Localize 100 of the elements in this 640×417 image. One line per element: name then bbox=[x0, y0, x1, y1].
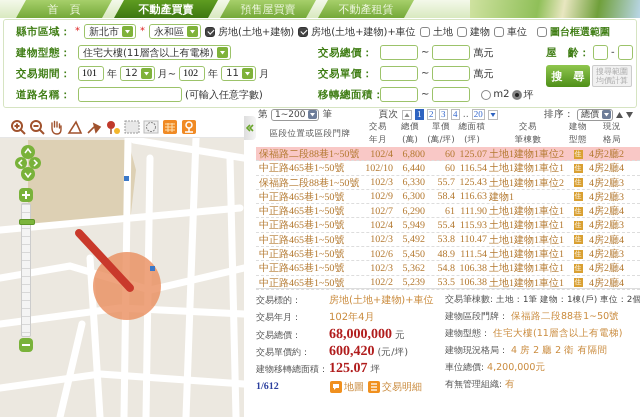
circle-select-icon[interactable] bbox=[143, 118, 159, 134]
detail-value: 600,420 bbox=[329, 344, 374, 360]
unit-price-cell-text: 48.9 bbox=[436, 248, 455, 260]
page-link[interactable]: 20 bbox=[472, 109, 485, 120]
page-ellipsis: .. bbox=[462, 109, 469, 120]
checkbox[interactable] bbox=[536, 26, 547, 36]
rectangle-select-icon[interactable] bbox=[124, 118, 140, 134]
unit-label: 年 bbox=[107, 68, 117, 80]
pan-control-icon[interactable] bbox=[15, 144, 41, 182]
search-button[interactable]: 搜 尋 bbox=[546, 65, 590, 87]
detail-label: 交易總價： bbox=[256, 330, 302, 342]
average-price-button[interactable]: 搜尋範圍均價計算 bbox=[592, 65, 632, 87]
checkbox[interactable] bbox=[420, 26, 430, 36]
zoom-out-button[interactable] bbox=[19, 338, 33, 352]
dropdown-caret-icon bbox=[602, 110, 611, 119]
building-type-select[interactable]: 住宅大樓(11層含以上有電梯) bbox=[78, 45, 231, 60]
checkbox-label: 房地(土地+建物) bbox=[218, 26, 294, 38]
parcels-cell-text: 土地1建物1車位1 bbox=[489, 234, 565, 247]
area-field[interactable] bbox=[432, 87, 470, 102]
total-price-cell-text: 6,290 bbox=[402, 206, 425, 217]
grid-icon[interactable] bbox=[162, 118, 178, 134]
map-pin-icon[interactable] bbox=[181, 118, 197, 134]
action-link[interactable]: 地圖 bbox=[330, 380, 364, 394]
checkbox[interactable] bbox=[494, 26, 504, 36]
detail-label: 車位總價: bbox=[445, 362, 484, 374]
radio-button[interactable] bbox=[481, 90, 492, 100]
parcels-cell-text: 土地1建物1車位1 bbox=[489, 218, 565, 232]
page-down-icon[interactable] bbox=[488, 110, 498, 120]
checkbox-label: 圖台框選範圍 bbox=[550, 26, 610, 38]
price-field[interactable] bbox=[432, 45, 470, 60]
total-price-cell-text: 5,450 bbox=[402, 248, 425, 260]
unit-price-field[interactable] bbox=[380, 66, 418, 81]
column-header: 交易 年月 bbox=[369, 121, 387, 147]
age-field[interactable] bbox=[593, 45, 608, 60]
range-separator: ~ bbox=[421, 47, 430, 58]
unit-label: 年 bbox=[208, 68, 218, 80]
triangle-icon[interactable] bbox=[67, 118, 83, 134]
unit-price-field[interactable] bbox=[432, 66, 470, 81]
detail-label: 交易單價約： bbox=[256, 346, 311, 359]
action-link[interactable]: 交易明細 bbox=[368, 380, 422, 394]
year-field[interactable]: 102 bbox=[179, 66, 206, 81]
address-cell-text: 中正路465巷1~50號 bbox=[259, 248, 346, 262]
zoom-in-icon[interactable] bbox=[10, 118, 26, 134]
checkbox[interactable] bbox=[205, 26, 215, 36]
layout-cell-text: 4房2廳2 bbox=[589, 148, 625, 161]
checkbox[interactable] bbox=[298, 26, 308, 36]
page-link[interactable]: 4 bbox=[450, 109, 460, 120]
sort-select[interactable]: 總價 bbox=[577, 108, 613, 120]
field-label: 交易總價： bbox=[318, 46, 374, 60]
zoom-out-icon[interactable] bbox=[29, 118, 45, 134]
month-select[interactable]: 11 bbox=[221, 66, 256, 81]
date-cell-text: 102/3 bbox=[369, 262, 393, 274]
zoom-slider-thumb[interactable] bbox=[19, 219, 35, 226]
toolbar-label: 排序： bbox=[544, 108, 574, 121]
collapse-button[interactable] bbox=[244, 116, 256, 140]
radio-button[interactable] bbox=[512, 90, 522, 100]
layout-cell-text: 4房2廳3 bbox=[589, 176, 625, 190]
column-header: 交易 筆棟數 bbox=[514, 121, 542, 147]
area-cell-text: 111.90 bbox=[459, 206, 487, 217]
road-name-field[interactable] bbox=[78, 87, 182, 102]
page-link[interactable]: 2 bbox=[426, 109, 436, 120]
month-select[interactable]: 12 bbox=[120, 66, 155, 81]
zoom-in-button[interactable] bbox=[19, 188, 33, 202]
nav-tab[interactable]: 不動產租賃 bbox=[318, 0, 414, 18]
date-cell-text: 102/2 bbox=[369, 277, 393, 288]
age-field[interactable] bbox=[618, 45, 633, 60]
city-select[interactable]: 新北市 bbox=[84, 24, 136, 39]
area-cell-text: 115.93 bbox=[458, 220, 487, 231]
toolbar-label: 頁次 bbox=[378, 108, 399, 121]
sort-ascending-icon[interactable] bbox=[616, 110, 623, 118]
nav-tab[interactable]: 不動產買賣 bbox=[114, 0, 218, 18]
unit-label: 坪 bbox=[370, 363, 380, 376]
layout-cell-text: 4房2廳4 bbox=[589, 162, 625, 176]
page-up-icon[interactable] bbox=[402, 110, 412, 120]
layout-cell-text: 4房2廳3 bbox=[589, 218, 625, 232]
column-header: 區段位置或區段門牌 bbox=[270, 128, 350, 140]
field-label: 交易期間： bbox=[16, 66, 72, 80]
unit-price-cell-text: 58.4 bbox=[436, 191, 455, 202]
year-field[interactable]: 101 bbox=[78, 66, 104, 81]
total-price-cell-text: 6,440 bbox=[402, 162, 425, 174]
detail-value: 房地(土地+建物)+車位 bbox=[329, 294, 434, 307]
area-field[interactable] bbox=[380, 87, 418, 102]
pin-icon[interactable] bbox=[105, 118, 121, 134]
date-cell-text: 102/4 bbox=[369, 148, 393, 160]
hint-text: (可輸入任意字數) bbox=[185, 88, 263, 102]
checkbox[interactable] bbox=[456, 26, 467, 36]
address-cell-text: 中正路465巷1~50號 bbox=[259, 234, 346, 247]
column-header: 建物 型態 bbox=[569, 121, 587, 147]
range-select[interactable]: 1~200 bbox=[271, 108, 320, 120]
checkbox-label: 車位 bbox=[506, 26, 527, 38]
district-select[interactable]: 永和區 bbox=[149, 24, 201, 39]
price-field[interactable] bbox=[380, 45, 418, 60]
minus-icon bbox=[22, 341, 30, 349]
page-link[interactable]: 3 bbox=[438, 109, 448, 120]
date-cell-text: 102/3 bbox=[369, 234, 393, 246]
sort-descending-icon[interactable] bbox=[626, 110, 633, 118]
nav-tab[interactable]: 首 頁 bbox=[16, 0, 112, 18]
detail-label: 交易筆棟數: bbox=[445, 294, 494, 306]
nav-tab[interactable]: 預售屋買賣 bbox=[220, 0, 316, 18]
page-link[interactable]: 1 bbox=[414, 109, 424, 120]
